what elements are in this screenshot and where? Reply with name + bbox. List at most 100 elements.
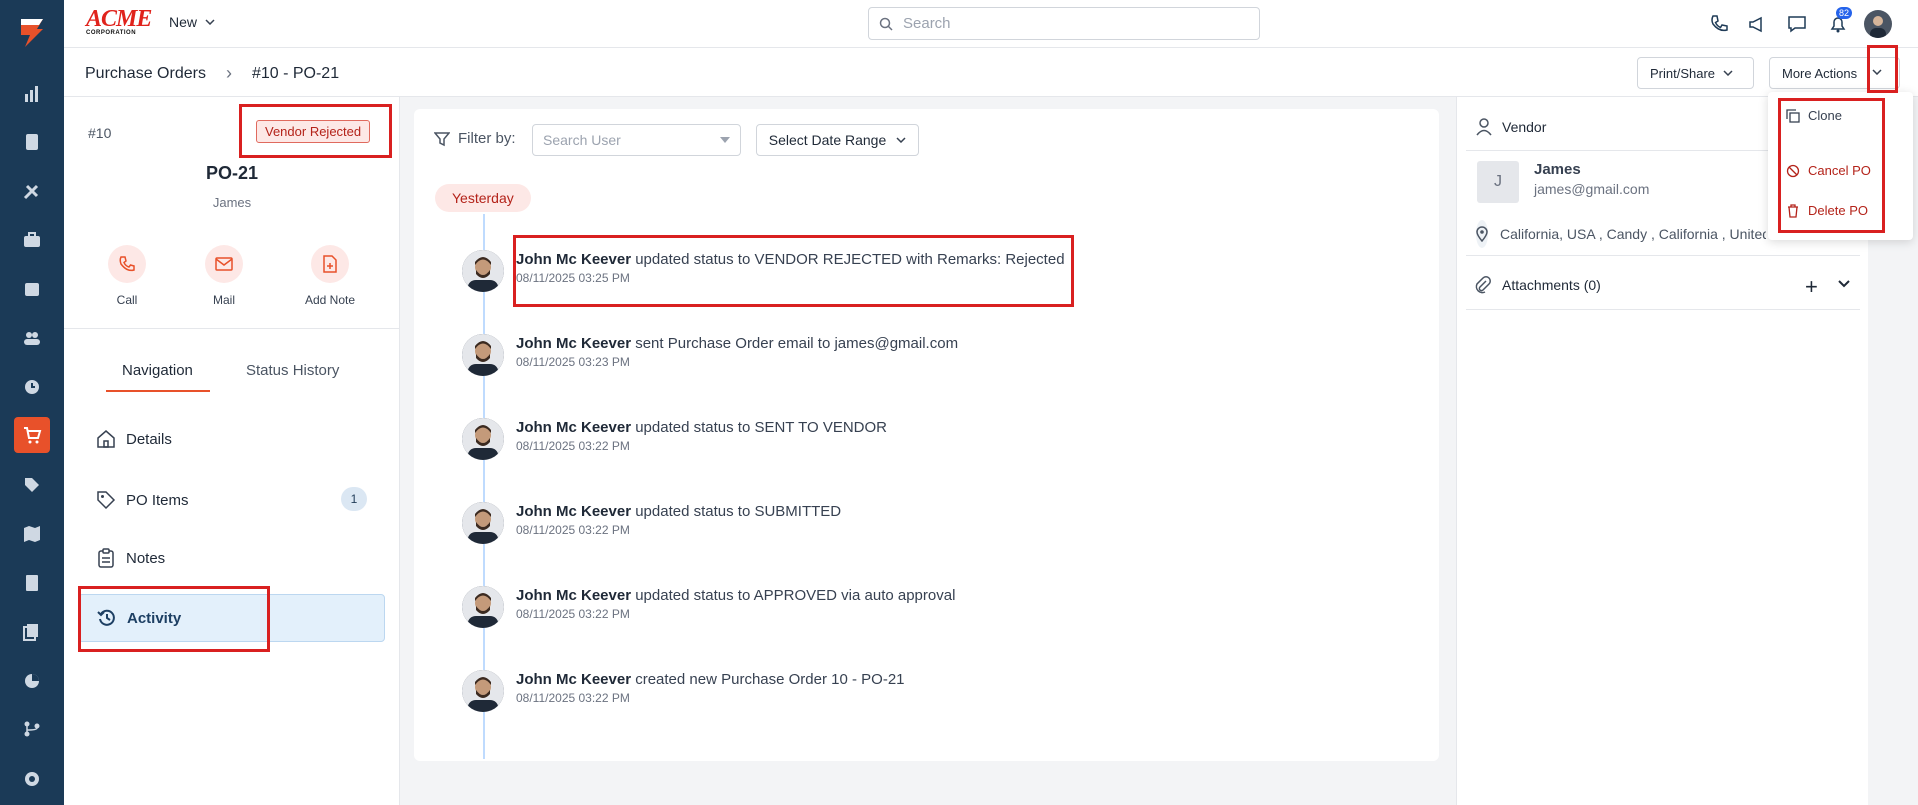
notification-count-badge: 82 bbox=[1836, 7, 1853, 19]
activity-timestamp: 08/11/2025 03:22 PM bbox=[516, 523, 630, 537]
add-note-label: Add Note bbox=[304, 293, 356, 307]
search-icon bbox=[879, 17, 893, 31]
pie-chart-icon[interactable] bbox=[14, 663, 50, 699]
avatar bbox=[462, 502, 504, 544]
activity-timestamp: 08/11/2025 03:22 PM bbox=[516, 439, 630, 453]
print-share-button[interactable]: Print/Share bbox=[1637, 57, 1754, 89]
megaphone-icon[interactable] bbox=[1745, 12, 1769, 36]
activity-timestamp: 08/11/2025 03:22 PM bbox=[516, 607, 630, 621]
filter-by-text: Filter by: bbox=[458, 130, 516, 147]
calendar-icon[interactable] bbox=[14, 271, 50, 307]
avatar bbox=[462, 418, 504, 460]
location-pin-icon bbox=[1476, 220, 1488, 248]
breadcrumb: Purchase Orders › #10 - PO-21 bbox=[85, 63, 339, 84]
home-icon bbox=[97, 430, 115, 448]
po-vendor-name: James bbox=[212, 195, 252, 210]
po-title: PO-21 bbox=[205, 163, 259, 183]
activity-text: John Mc Keever created new Purchase Orde… bbox=[516, 670, 905, 690]
breadcrumb-separator-icon: › bbox=[225, 63, 232, 83]
chat-icon[interactable] bbox=[1785, 12, 1809, 36]
breadcrumb-purchase-orders-link[interactable]: Purchase Orders bbox=[85, 65, 206, 83]
vendor-email[interactable]: james@gmail.com bbox=[1534, 181, 1649, 197]
highlight-box bbox=[1778, 98, 1885, 233]
map-icon[interactable] bbox=[14, 516, 50, 552]
activity-description: updated status to SUBMITTED bbox=[631, 503, 842, 520]
avatar bbox=[462, 586, 504, 628]
activity-text: John Mc Keever sent Purchase Order email… bbox=[516, 334, 958, 354]
mail-icon bbox=[205, 245, 243, 283]
divider bbox=[64, 328, 400, 329]
briefcase-icon[interactable] bbox=[14, 222, 50, 258]
nav-item-label: Details bbox=[126, 430, 172, 448]
highlight-box bbox=[239, 104, 392, 158]
activity-timestamp: 08/11/2025 03:23 PM bbox=[516, 355, 630, 369]
activity-item: John Mc Keever updated status to SENT TO… bbox=[462, 418, 887, 460]
activity-item: John Mc Keever updated status to APPROVE… bbox=[462, 586, 955, 628]
breadcrumb-current: #10 - PO-21 bbox=[251, 64, 340, 82]
divider bbox=[1466, 255, 1860, 256]
caret-down-icon bbox=[720, 137, 730, 143]
chevron-down-icon bbox=[205, 19, 215, 25]
cart-icon[interactable] bbox=[14, 417, 50, 453]
nav-item-po-items[interactable]: PO Items bbox=[78, 476, 385, 524]
tab-status-history[interactable]: Status History bbox=[246, 362, 339, 379]
clock-icon[interactable] bbox=[14, 369, 50, 405]
mail-label: Mail bbox=[212, 293, 235, 307]
call-action-button[interactable]: Call bbox=[87, 245, 167, 307]
activity-user: John Mc Keever bbox=[516, 335, 632, 352]
add-attachment-plus-icon[interactable]: + bbox=[1805, 274, 1818, 300]
po-items-count-badge: 1 bbox=[341, 487, 367, 511]
nav-item-label: Notes bbox=[126, 549, 166, 567]
new-dropdown-button[interactable]: New bbox=[169, 14, 215, 30]
tools-icon[interactable] bbox=[14, 173, 50, 209]
workflow-icon[interactable] bbox=[14, 711, 50, 747]
documents-icon[interactable] bbox=[14, 124, 50, 160]
nav-item-notes[interactable]: Notes bbox=[78, 534, 385, 582]
activity-item: John Mc Keever updated status to SUBMITT… bbox=[462, 502, 841, 544]
users-icon[interactable] bbox=[14, 320, 50, 356]
attachments-header[interactable]: Attachments (0) bbox=[1474, 276, 1601, 294]
add-note-action-button[interactable]: Add Note bbox=[290, 245, 370, 307]
nav-item-details[interactable]: Details bbox=[78, 415, 385, 463]
dashboard-icon[interactable] bbox=[14, 76, 50, 112]
company-logo[interactable]: ACME CORPORATION bbox=[86, 7, 152, 36]
user-avatar[interactable] bbox=[1864, 10, 1892, 38]
divider bbox=[1466, 309, 1860, 310]
highlight-box bbox=[78, 586, 270, 652]
price-tag-icon[interactable] bbox=[14, 467, 50, 503]
date-range-button[interactable]: Select Date Range bbox=[756, 124, 919, 156]
vendor-heading: Vendor bbox=[1502, 119, 1547, 135]
phone-call-icon[interactable] bbox=[1707, 12, 1731, 36]
more-actions-label: More Actions bbox=[1782, 65, 1858, 81]
activity-text: John Mc Keever updated status to SENT TO… bbox=[516, 418, 887, 438]
activity-item: John Mc Keever created new Purchase Orde… bbox=[462, 670, 905, 712]
vendor-section-header: Vendor bbox=[1476, 118, 1546, 136]
global-search-input[interactable]: Search bbox=[868, 7, 1260, 40]
mail-action-button[interactable]: Mail bbox=[184, 245, 264, 307]
tab-navigation[interactable]: Navigation bbox=[122, 362, 193, 379]
settings-gear-icon[interactable] bbox=[14, 761, 50, 797]
filter-funnel-icon bbox=[434, 131, 450, 146]
activity-text: John Mc Keever updated status to SUBMITT… bbox=[516, 502, 841, 522]
filter-label: Filter by: bbox=[434, 130, 516, 147]
activity-text: John Mc Keever updated status to APPROVE… bbox=[516, 586, 955, 606]
active-tab-indicator bbox=[106, 390, 210, 392]
activity-item: John Mc Keever sent Purchase Order email… bbox=[462, 334, 958, 376]
clipboard-icon bbox=[98, 548, 114, 568]
search-user-select[interactable]: Search User bbox=[532, 124, 741, 156]
add-note-icon bbox=[311, 245, 349, 283]
app-logo-icon[interactable] bbox=[14, 14, 50, 50]
activity-description: updated status to APPROVED via auto appr… bbox=[631, 587, 956, 604]
nav-item-label: PO Items bbox=[126, 491, 189, 509]
user-icon bbox=[1476, 118, 1492, 136]
attachments-label: Attachments (0) bbox=[1502, 277, 1601, 293]
activity-description: created new Purchase Order 10 - PO-21 bbox=[631, 671, 905, 688]
po-number: #10 bbox=[88, 125, 112, 141]
vendor-name[interactable]: James bbox=[1534, 161, 1581, 178]
attachments-chevron-down-icon[interactable] bbox=[1838, 280, 1850, 288]
activity-description: updated status to SENT TO VENDOR bbox=[631, 419, 887, 436]
print-share-label: Print/Share bbox=[1650, 65, 1716, 81]
avatar bbox=[462, 250, 504, 292]
invoice-icon[interactable] bbox=[14, 565, 50, 601]
files-icon[interactable] bbox=[14, 614, 50, 650]
